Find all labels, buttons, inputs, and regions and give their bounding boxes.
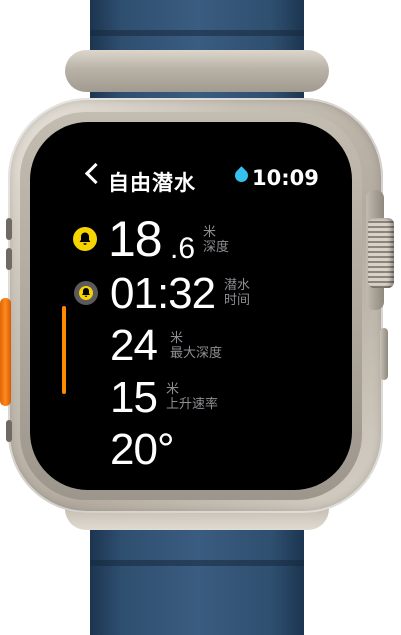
dive-time-label-line2: 时间	[224, 293, 251, 308]
band-stitch	[90, 30, 304, 36]
side-button[interactable]	[380, 328, 388, 380]
max-depth-value: 24	[110, 321, 158, 370]
watch-display: 自由潜水 10:09 18 .6 米 深度 01:32 潜水 时间 24 米 最…	[30, 122, 352, 490]
droplet-icon	[232, 166, 251, 185]
lug-top	[65, 50, 329, 92]
dive-time-value: 01:32	[110, 269, 216, 318]
action-button[interactable]	[0, 298, 11, 406]
digital-crown[interactable]	[368, 218, 394, 288]
max-depth-label: 最大深度	[170, 346, 223, 361]
chevron-left-icon[interactable]	[84, 162, 107, 185]
bell-icon[interactable]	[74, 281, 98, 305]
clock: 10:09	[252, 166, 319, 190]
depth-label: 深度	[203, 240, 230, 255]
band-stitch	[90, 560, 304, 566]
ascent-rate-label: 上升速率	[166, 397, 219, 412]
temperature-value: 20°	[110, 425, 175, 474]
bell-glyph	[79, 286, 93, 300]
depth-unit: 米	[203, 225, 217, 240]
speaker-grille	[6, 420, 12, 442]
depth-decimal: .6	[170, 232, 196, 265]
page-title[interactable]: 自由潜水	[108, 167, 196, 197]
dive-time-label-line1: 潜水	[224, 278, 251, 293]
bell-icon[interactable]	[73, 227, 97, 251]
ascent-rate-unit: 米	[166, 382, 180, 397]
ascent-rate-value: 15	[110, 373, 158, 422]
max-depth-unit: 米	[170, 331, 184, 346]
speaker-grille	[6, 248, 12, 270]
bell-glyph	[79, 232, 91, 245]
speaker-grille	[6, 218, 12, 240]
depth-indicator-bar	[62, 306, 66, 394]
depth-value: 18	[108, 211, 163, 267]
